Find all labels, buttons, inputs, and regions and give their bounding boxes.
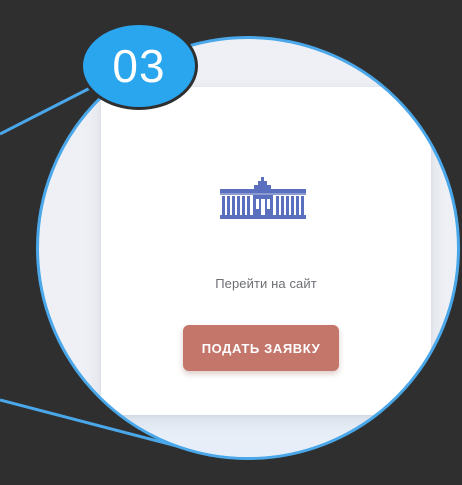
step-number-badge: 03	[80, 22, 198, 110]
go-to-site-link[interactable]: Перейти на сайт	[101, 276, 431, 291]
zoom-circle: Перейти на сайт ПОДАТЬ ЗАЯВКУ	[36, 36, 460, 460]
government-building-logo-icon	[220, 177, 306, 219]
website-card: Перейти на сайт ПОДАТЬ ЗАЯВКУ	[101, 87, 431, 415]
callout-illustration: Перейти на сайт ПОДАТЬ ЗАЯВКУ 03	[0, 0, 462, 485]
apply-button[interactable]: ПОДАТЬ ЗАЯВКУ	[183, 325, 339, 371]
